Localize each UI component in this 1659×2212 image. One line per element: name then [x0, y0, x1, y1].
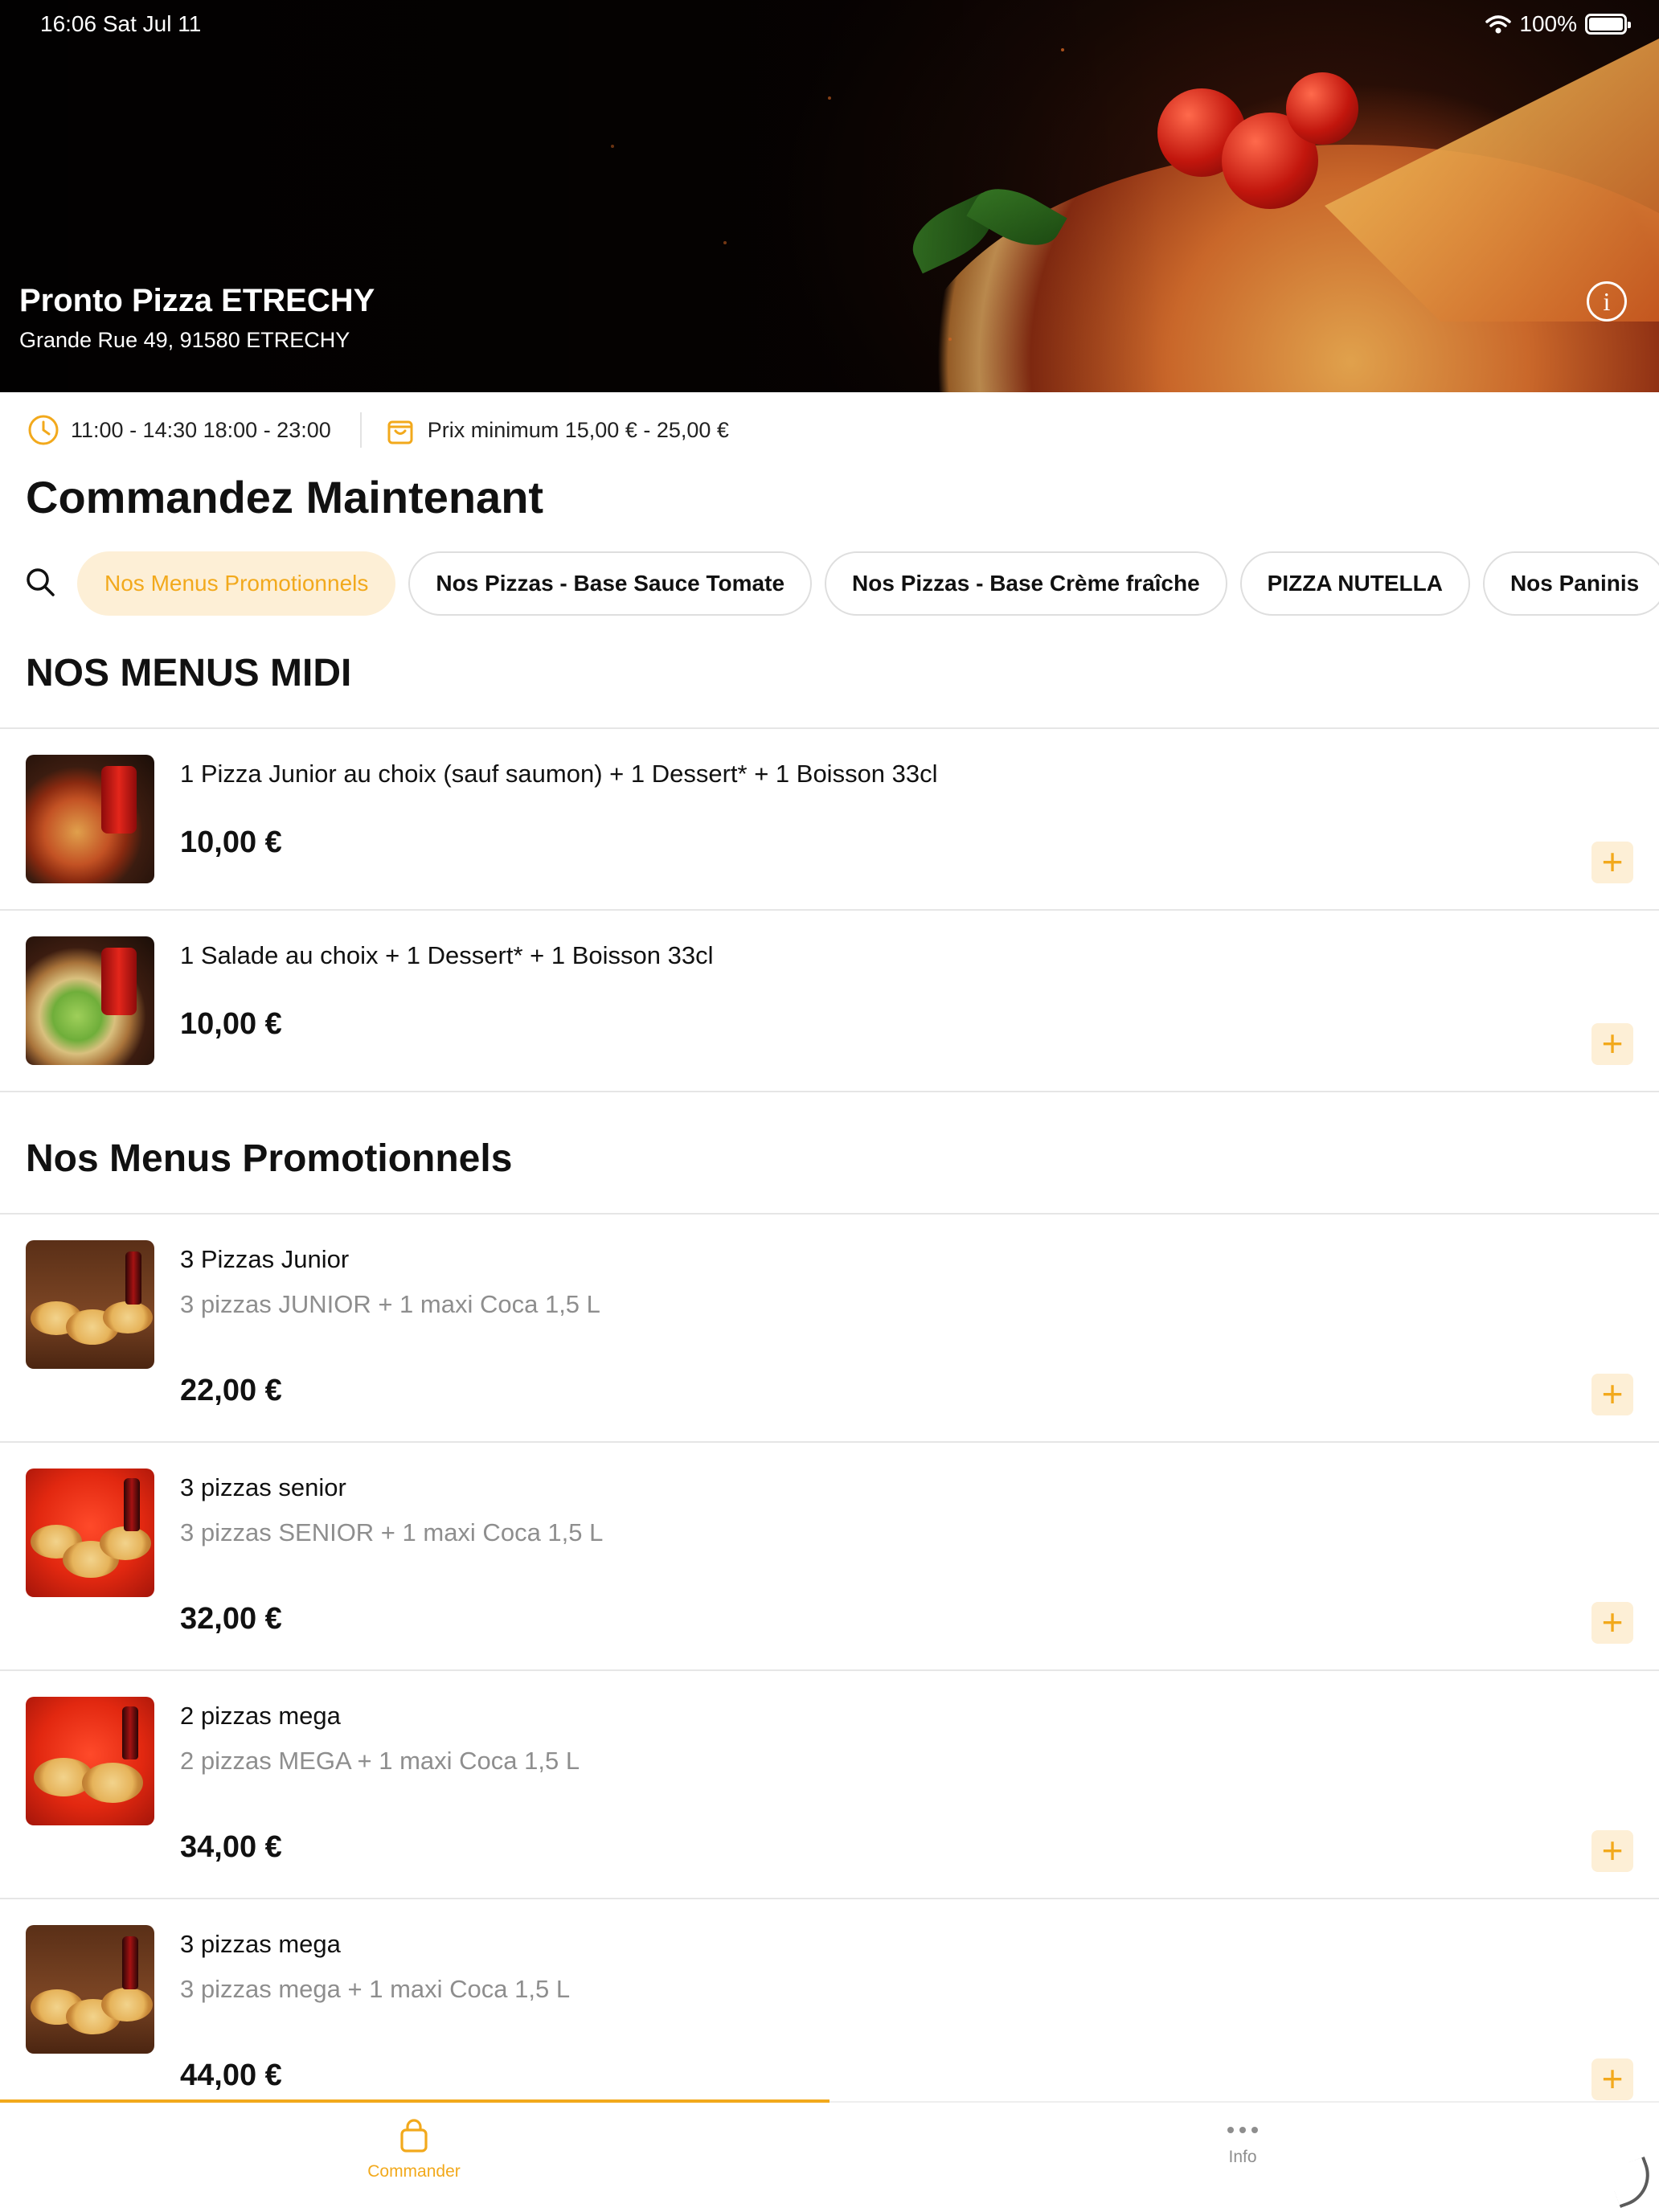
- add-button[interactable]: +: [1591, 1830, 1633, 1872]
- item-title: 3 pizzas senior: [180, 1473, 346, 1501]
- item-title: 3 Pizzas Junior: [180, 1245, 350, 1273]
- tab-commander-label: Commander: [367, 2162, 461, 2181]
- opening-hours: 11:00 - 14:30 18:00 - 23:00: [71, 417, 331, 442]
- more-icon: [1162, 2127, 1323, 2133]
- add-button[interactable]: +: [1591, 1602, 1633, 1644]
- bottom-tab-bar: Commander Info: [0, 2101, 1659, 2212]
- menu-item[interactable]: 3 pizzas senior 3 pizzas SENIOR + 1 maxi…: [0, 1443, 1659, 1669]
- item-image: [26, 1697, 154, 1825]
- tab-nos-paninis[interactable]: Nos Paninis: [1482, 551, 1659, 616]
- item-title: 3 pizzas mega: [180, 1930, 341, 1958]
- item-image: [26, 755, 154, 883]
- shopping-bag-icon: [387, 420, 413, 444]
- item-description: 2 pizzas MEGA + 1 maxi Coca 1,5 L: [180, 1747, 580, 1775]
- item-title: 2 pizzas mega: [180, 1702, 341, 1730]
- info-icon[interactable]: i: [1587, 281, 1627, 322]
- item-price: 32,00 €: [180, 1602, 282, 1636]
- item-title: 1 Pizza Junior au choix (sauf saumon) + …: [180, 760, 938, 788]
- item-image: [26, 1240, 154, 1369]
- tab-nos-menus-promotionnels[interactable]: Nos Menus Promotionnels: [77, 551, 396, 616]
- tab-pizzas-creme-fraiche[interactable]: Nos Pizzas - Base Crème fraîche: [825, 551, 1227, 616]
- restaurant-name: Pronto Pizza ETRECHY: [19, 283, 375, 318]
- scroll-progress-bar: [0, 2099, 830, 2103]
- tab-pizzas-sauce-tomate[interactable]: Nos Pizzas - Base Sauce Tomate: [408, 551, 813, 616]
- tab-info[interactable]: Info: [1162, 2127, 1323, 2167]
- tab-info-label: Info: [1228, 2148, 1257, 2166]
- item-price: 10,00 €: [180, 1007, 282, 1041]
- search-icon[interactable]: [24, 566, 56, 598]
- tab-commander[interactable]: Commander: [334, 2119, 494, 2181]
- item-image: [26, 1925, 154, 2054]
- item-price: 10,00 €: [180, 825, 282, 859]
- info-strip: 11:00 - 14:30 18:00 - 23:00 Prix minimum…: [27, 412, 729, 449]
- menu-item[interactable]: 3 pizzas mega 3 pizzas mega + 1 maxi Coc…: [0, 1899, 1659, 2100]
- clock-icon: [28, 415, 59, 445]
- item-description: 3 pizzas SENIOR + 1 maxi Coca 1,5 L: [180, 1518, 604, 1546]
- menu-item[interactable]: 1 Pizza Junior au choix (sauf saumon) + …: [0, 729, 1659, 909]
- status-time: 16:06 Sat Jul 11: [40, 11, 202, 36]
- menu-item[interactable]: 2 pizzas mega 2 pizzas MEGA + 1 maxi Coc…: [0, 1671, 1659, 1898]
- tab-pizza-nutella[interactable]: PIZZA NUTELLA: [1239, 551, 1470, 616]
- page-title: Commandez Maintenant: [26, 472, 544, 522]
- category-tabs: Nos Menus Promotionnels Nos Pizzas - Bas…: [77, 551, 1659, 616]
- add-button[interactable]: +: [1591, 2058, 1633, 2100]
- add-button[interactable]: +: [1591, 842, 1633, 883]
- add-button[interactable]: +: [1591, 1374, 1633, 1415]
- restaurant-address: Grande Rue 49, 91580 ETRECHY: [19, 328, 350, 352]
- status-right: 100%: [1485, 11, 1631, 37]
- battery-percent: 100%: [1519, 11, 1577, 36]
- item-image: [26, 1469, 154, 1597]
- item-description: 3 pizzas JUNIOR + 1 maxi Coca 1,5 L: [180, 1290, 600, 1318]
- minimum-price: Prix minimum 15,00 € - 25,00 €: [427, 417, 729, 442]
- item-price: 44,00 €: [180, 2058, 282, 2092]
- section-title: Nos Menus Promotionnels: [26, 1137, 513, 1180]
- menu-item[interactable]: 3 Pizzas Junior 3 pizzas JUNIOR + 1 maxi…: [0, 1215, 1659, 1441]
- item-image: [26, 936, 154, 1065]
- section-title: NOS MENUS MIDI: [26, 652, 352, 694]
- wifi-icon: [1485, 15, 1512, 34]
- hero-banner: 16:06 Sat Jul 11 100% Pronto Pizza ETREC…: [0, 0, 1659, 392]
- item-price: 34,00 €: [180, 1830, 282, 1864]
- item-description: 3 pizzas mega + 1 maxi Coca 1,5 L: [180, 1975, 571, 2003]
- menu-item[interactable]: 1 Salade au choix + 1 Dessert* + 1 Boiss…: [0, 911, 1659, 1091]
- add-button[interactable]: +: [1591, 1023, 1633, 1065]
- item-title: 1 Salade au choix + 1 Dessert* + 1 Boiss…: [180, 941, 714, 969]
- battery-icon: [1585, 14, 1631, 35]
- item-price: 22,00 €: [180, 1374, 282, 1407]
- shopping-bag-icon: [400, 2119, 428, 2153]
